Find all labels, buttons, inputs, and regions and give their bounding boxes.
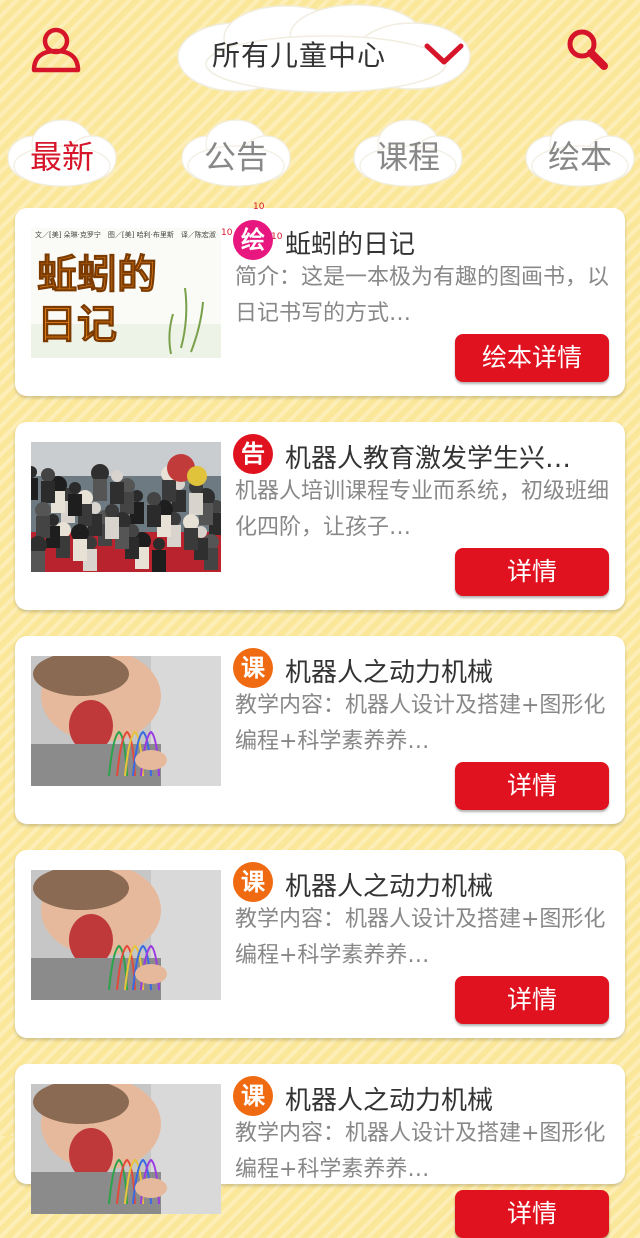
card-description: 简介：这是一本极为有趣的图画书，以日记书写的方式… [235,265,610,326]
tab-label: 绘本 [547,138,612,176]
list-item[interactable]: 文／[美] 朵琳·克罗宁 图／[美] 哈利·布里斯 译／陈宏淑 蚯蚓的日记绘 10 1… [15,202,625,396]
card-description: 教学内容：机器人设计及搭建+图形化编程+科学素养养… [235,693,606,754]
list-item[interactable]: 课机器人之动力机械教学内容：机器人设计及搭建+图形化编程+科学素养养… 详情 [15,850,625,1038]
tab-0[interactable]: 最新 [6,116,118,190]
category-badge: 课 [233,1076,273,1116]
picture-book-details-button[interactable]: 绘本详情 [455,334,609,382]
search-icon[interactable] [564,26,610,72]
center-title: 所有儿童中心 [212,39,387,72]
category-badge: 告 [233,434,273,474]
card-description: 教学内容：机器人设计及搭建+图形化编程+科学素养养… [235,907,606,968]
ruler-mark: 10 [271,232,283,242]
ruler-mark: 10 [221,228,233,238]
details-button[interactable]: 详情 [455,976,609,1024]
thumb-credits: 文／[美] 朵琳·克罗宁 图／[美] 哈利·布里斯 译／陈宏淑 [35,231,216,239]
card-thumbnail [31,442,221,572]
ruler-marks: 10 10 10 [219,202,283,254]
tab-label: 课程 [375,138,440,176]
thumb-book-title: 蚯蚓的日记 [37,252,158,349]
details-button[interactable]: 详情 [455,762,609,810]
card-thumbnail: 文／[美] 朵琳·克罗宁 图／[美] 哈利·布里斯 译／陈宏淑蚯蚓的日记 [31,228,221,358]
card-description: 教学内容：机器人设计及搭建+图形化编程+科学素养养… [235,1121,606,1182]
list-item[interactable]: 告机器人教育激发学生兴… 机器人培训课程专业而系统，初级班细化四阶，让孩子… 详情 [15,422,625,610]
card-description: 机器人培训课程专业而系统，初级班细化四阶，让孩子… [235,479,610,540]
tab-1[interactable]: 公告 [180,116,292,190]
card-thumbnail [31,870,221,1000]
category-badge: 课 [233,862,273,902]
tab-2[interactable]: 课程 [352,116,464,190]
user-icon[interactable] [30,26,82,74]
tab-label: 公告 [203,138,268,176]
tab-label: 最新 [29,138,94,176]
chevron-down-icon[interactable] [422,40,466,70]
card-title[interactable]: 蚯蚓的日记 [285,224,605,261]
card-title[interactable]: 机器人之动力机械 [285,652,605,689]
card-title[interactable]: 机器人教育激发学生兴… [285,438,605,475]
details-button[interactable]: 详情 [455,548,609,596]
tab-3[interactable]: 绘本 [524,116,636,190]
list-item[interactable]: 课机器人之动力机械教学内容：机器人设计及搭建+图形化编程+科学素养养… 详情 [15,1064,625,1238]
ruler-mark: 10 [253,202,265,212]
card-thumbnail [31,1084,221,1214]
category-badge: 课 [233,648,273,688]
center-selector[interactable]: 所有儿童中心 [176,2,472,98]
card-title[interactable]: 机器人之动力机械 [285,1080,605,1117]
card-title[interactable]: 机器人之动力机械 [285,866,605,903]
card-thumbnail [31,656,221,786]
list-item[interactable]: 课机器人之动力机械教学内容：机器人设计及搭建+图形化编程+科学素养养… 详情 [15,636,625,824]
details-button[interactable]: 详情 [455,1190,609,1238]
